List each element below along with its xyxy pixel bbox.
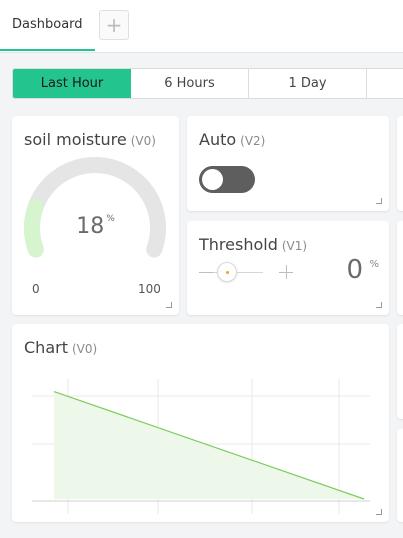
offscreen-widget [397,116,403,211]
offscreen-widget [397,324,403,419]
offscreen-widget [397,429,403,522]
slider-title: Threshold (V1) [199,235,307,254]
gauge-value-number: 18 [76,214,105,239]
resize-handle[interactable] [376,302,382,308]
resize-handle[interactable] [376,509,382,515]
switch-title-label: Auto [199,130,237,149]
toggle-knob [202,169,223,190]
range-last-hour[interactable]: Last Hour [13,69,131,98]
add-tab-button[interactable]: + [99,10,129,40]
slider-title-label: Threshold [199,235,278,254]
slider-handle[interactable] [217,262,237,282]
chart-plot [32,379,370,514]
resize-handle[interactable] [166,302,172,308]
range-6-hours[interactable]: 6 Hours [131,69,249,98]
auto-toggle[interactable] [199,166,255,193]
tab-bar: Dashboard + [0,0,403,53]
gauge-widget[interactable]: soil moisture (V0) 18% 0 100 [12,116,179,315]
resize-handle[interactable] [376,198,382,204]
range-more[interactable]: 1 [367,69,403,98]
slider-minus-icon[interactable] [199,272,213,273]
slider-widget[interactable]: Threshold (V1) 0 % [187,221,389,315]
gauge-unit: % [106,214,115,224]
switch-pin: (V2) [240,134,266,148]
slider-plus-icon[interactable] [279,265,293,279]
slider-unit: % [369,259,379,270]
time-range-selector: Last Hour 6 Hours 1 Day 1 [12,68,403,99]
switch-widget[interactable]: Auto (V2) [187,116,389,211]
gauge-value: 18% [12,214,179,239]
gauge-max: 100 [138,282,161,296]
slider-value: 0 [346,255,363,285]
offscreen-widget [397,221,403,315]
gauge-min: 0 [32,282,40,296]
chart-widget[interactable]: Chart (V0) [12,324,389,522]
switch-title: Auto (V2) [199,130,265,149]
range-1-day[interactable]: 1 Day [249,69,367,98]
tab-dashboard[interactable]: Dashboard [0,0,95,51]
slider-pin: (V1) [281,239,308,253]
